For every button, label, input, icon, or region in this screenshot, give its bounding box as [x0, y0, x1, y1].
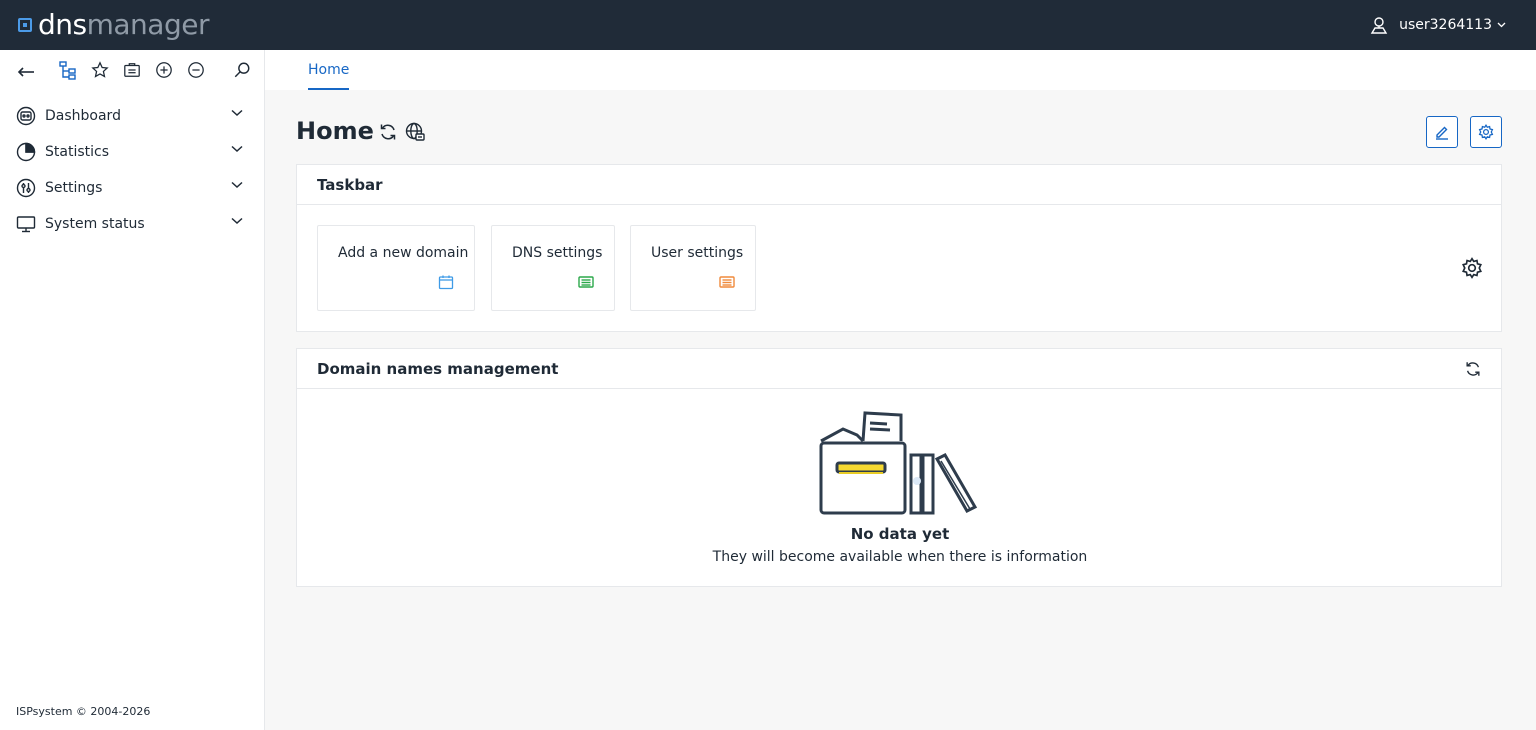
app-logo[interactable]: dnsmanager: [18, 0, 209, 50]
domains-panel: Domain names management No data yet They…: [296, 348, 1502, 587]
empty-box-illustration: [819, 411, 978, 515]
globe-icon[interactable]: [405, 122, 425, 142]
taskbar-panel: Taskbar Add a new domain DNS settings Us…: [296, 164, 1502, 332]
user-name: user3264113: [1399, 17, 1492, 33]
sidebar-item-label: Settings: [45, 180, 103, 196]
dashboard-icon: [16, 106, 36, 126]
dns-list-icon: [578, 276, 594, 288]
top-bar: dnsmanager user3264113: [0, 0, 1536, 50]
user-location-icon: [1370, 17, 1388, 34]
logo-manager-text: manager: [86, 8, 210, 41]
domains-refresh-icon[interactable]: [1464, 360, 1482, 378]
star-icon[interactable]: [90, 60, 110, 80]
sidebar-item-settings[interactable]: Settings: [0, 170, 265, 206]
sidebar-item-statistics[interactable]: Statistics: [0, 134, 265, 170]
sidebar-item-dashboard[interactable]: Dashboard: [0, 98, 265, 134]
search-icon[interactable]: [232, 60, 252, 80]
user-menu[interactable]: user3264113: [1369, 0, 1516, 50]
pie-chart-icon: [16, 142, 36, 162]
logo-dns-text: dns: [38, 8, 87, 41]
dns-settings-card[interactable]: DNS settings: [491, 225, 615, 311]
pencil-icon: [1436, 126, 1448, 140]
tab-home[interactable]: Home: [308, 50, 350, 90]
tree-view-icon[interactable]: [58, 60, 78, 80]
logo-mark-icon: [18, 18, 32, 32]
domain-add-icon: [438, 275, 454, 290]
empty-text: They will become available when there is…: [712, 549, 1088, 565]
monitor-icon: [16, 216, 36, 233]
sidebar-item-system-status[interactable]: System status: [0, 206, 265, 242]
collapse-all-icon[interactable]: [186, 60, 206, 80]
taskbar-settings-icon[interactable]: [1461, 257, 1483, 279]
chevron-down-icon: [231, 217, 243, 225]
domains-title: Domain names management: [297, 349, 1501, 389]
user-settings-card[interactable]: User settings: [630, 225, 756, 311]
card-label: DNS settings: [512, 245, 603, 261]
taskbar-title: Taskbar: [297, 165, 1501, 205]
edit-button[interactable]: [1426, 116, 1458, 148]
back-icon[interactable]: [16, 60, 36, 80]
chevron-down-icon: [1497, 22, 1506, 28]
chevron-down-icon: [231, 109, 243, 117]
tab-strip: Home: [265, 50, 1536, 90]
briefcase-icon[interactable]: [122, 60, 142, 80]
add-domain-card[interactable]: Add a new domain: [317, 225, 475, 311]
refresh-icon[interactable]: [378, 122, 398, 142]
page-title: Home: [296, 117, 374, 145]
settings-button[interactable]: [1470, 116, 1502, 148]
sidebar: Dashboard Statistics Settings System sta…: [0, 50, 265, 730]
sliders-icon: [16, 178, 36, 198]
card-label: Add a new domain: [338, 245, 469, 261]
empty-title: No data yet: [850, 525, 950, 543]
sidebar-nav: Dashboard Statistics Settings System sta…: [0, 98, 265, 242]
chevron-down-icon: [231, 181, 243, 189]
user-list-icon: [719, 276, 735, 288]
sidebar-item-label: System status: [45, 216, 145, 232]
gear-icon: [1478, 124, 1494, 140]
copyright: ISPsystem © 2004-2026: [16, 705, 151, 718]
sidebar-item-label: Statistics: [45, 144, 109, 160]
expand-all-icon[interactable]: [154, 60, 174, 80]
sidebar-item-label: Dashboard: [45, 108, 121, 124]
card-label: User settings: [651, 245, 744, 261]
chevron-down-icon: [231, 145, 243, 153]
